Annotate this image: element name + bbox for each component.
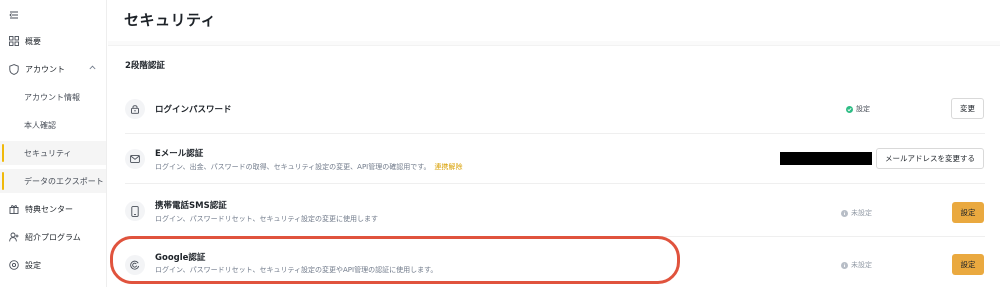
- shield-icon: [8, 63, 19, 75]
- setup-sms-button[interactable]: 設定: [952, 202, 984, 223]
- status-badge: 未設定: [841, 208, 872, 218]
- status-badge: 未設定: [841, 260, 872, 270]
- sidebar-item-referral[interactable]: 紹介プログラム: [0, 225, 106, 249]
- grid-icon: [8, 36, 19, 47]
- row-description: ログイン、パスワードリセット、セキュリティ設定の変更に使用します: [155, 215, 379, 223]
- sidebar-item-label: データのエクスポート: [24, 176, 104, 186]
- redacted-email: [780, 152, 872, 165]
- sidebar-item-label: アカウント: [25, 64, 65, 74]
- row-divider: [125, 133, 985, 134]
- security-row-google-auth: Google認証 ログイン、パスワードリセット、セキュリティ設定の変更やAPI管…: [108, 243, 1000, 283]
- setup-google-auth-button[interactable]: 設定: [952, 254, 984, 275]
- row-description-text: ログイン、出金、パスワードの取得、セキュリティ設定の変更、API管理の確認用です…: [155, 163, 431, 171]
- gift-icon: [8, 204, 19, 215]
- row-divider: [125, 183, 985, 184]
- sidebar-item-overview[interactable]: 概要: [0, 29, 106, 53]
- google-authenticator-icon: [125, 255, 145, 275]
- status-text: 設定: [856, 105, 870, 113]
- lock-icon: [125, 99, 145, 119]
- sidebar-item-settings[interactable]: 設定: [0, 253, 106, 277]
- sidebar-item-data-export[interactable]: データのエクスポート: [0, 169, 106, 193]
- status-text: 未設定: [851, 261, 872, 269]
- row-divider: [125, 236, 985, 237]
- row-description: ログイン、出金、パスワードの取得、セキュリティ設定の変更、API管理の確認用です…: [155, 162, 463, 172]
- check-circle-icon: [846, 105, 853, 113]
- row-title: Google認証: [155, 253, 206, 263]
- status-text: 未設定: [851, 209, 872, 217]
- sidebar-item-label: 設定: [25, 260, 41, 270]
- user-plus-icon: [8, 232, 19, 243]
- info-circle-icon: [841, 209, 848, 217]
- sidebar-item-label: 概要: [25, 36, 41, 46]
- settings-icon: [8, 260, 19, 271]
- sidebar-item-account[interactable]: アカウント: [0, 57, 106, 81]
- header-divider: [108, 41, 1000, 46]
- unlink-email-link[interactable]: 連携解除: [435, 163, 463, 171]
- collapse-sidebar-icon[interactable]: [9, 10, 19, 20]
- row-description: ログイン、パスワードリセット、セキュリティ設定の変更やAPI管理の認証に使用しま…: [155, 266, 438, 274]
- mail-icon: [125, 149, 145, 169]
- sidebar-item-security[interactable]: セキュリティ: [0, 141, 106, 165]
- status-badge: 設定: [846, 104, 870, 114]
- sidebar-item-label: 紹介プログラム: [25, 232, 81, 242]
- chevron-up-icon[interactable]: [89, 65, 96, 70]
- row-title: ログインパスワード: [155, 105, 232, 115]
- sidebar-item-account-info[interactable]: アカウント情報: [0, 85, 106, 109]
- row-title: Eメール認証: [155, 149, 204, 159]
- sidebar-item-label: アカウント情報: [24, 92, 80, 102]
- page-title: セキュリティ: [124, 11, 217, 29]
- security-row-email: Eメール認証 ログイン、出金、パスワードの取得、セキュリティ設定の変更、API管…: [108, 139, 1000, 179]
- sidebar-item-label: 本人確認: [24, 120, 56, 130]
- change-email-button[interactable]: メールアドレスを変更する: [876, 148, 984, 169]
- sidebar-item-verification[interactable]: 本人確認: [0, 113, 106, 137]
- sidebar-item-label: セキュリティ: [24, 148, 72, 158]
- row-title: 携帯電話SMS認証: [155, 201, 227, 211]
- sidebar: 概要 アカウント アカウント情報 本人確認 セキュリティ データのエクスポート …: [0, 0, 107, 287]
- security-row-login-password: ログインパスワード 設定 変更: [108, 89, 1000, 129]
- phone-icon: [125, 201, 145, 221]
- section-title: 2段階認証: [125, 61, 165, 71]
- sidebar-item-rewards[interactable]: 特典センター: [0, 197, 106, 221]
- info-circle-icon: [841, 261, 848, 269]
- security-row-sms: 携帯電話SMS認証 ログイン、パスワードリセット、セキュリティ設定の変更に使用し…: [108, 191, 1000, 231]
- change-password-button[interactable]: 変更: [951, 98, 984, 119]
- sidebar-item-label: 特典センター: [25, 204, 73, 214]
